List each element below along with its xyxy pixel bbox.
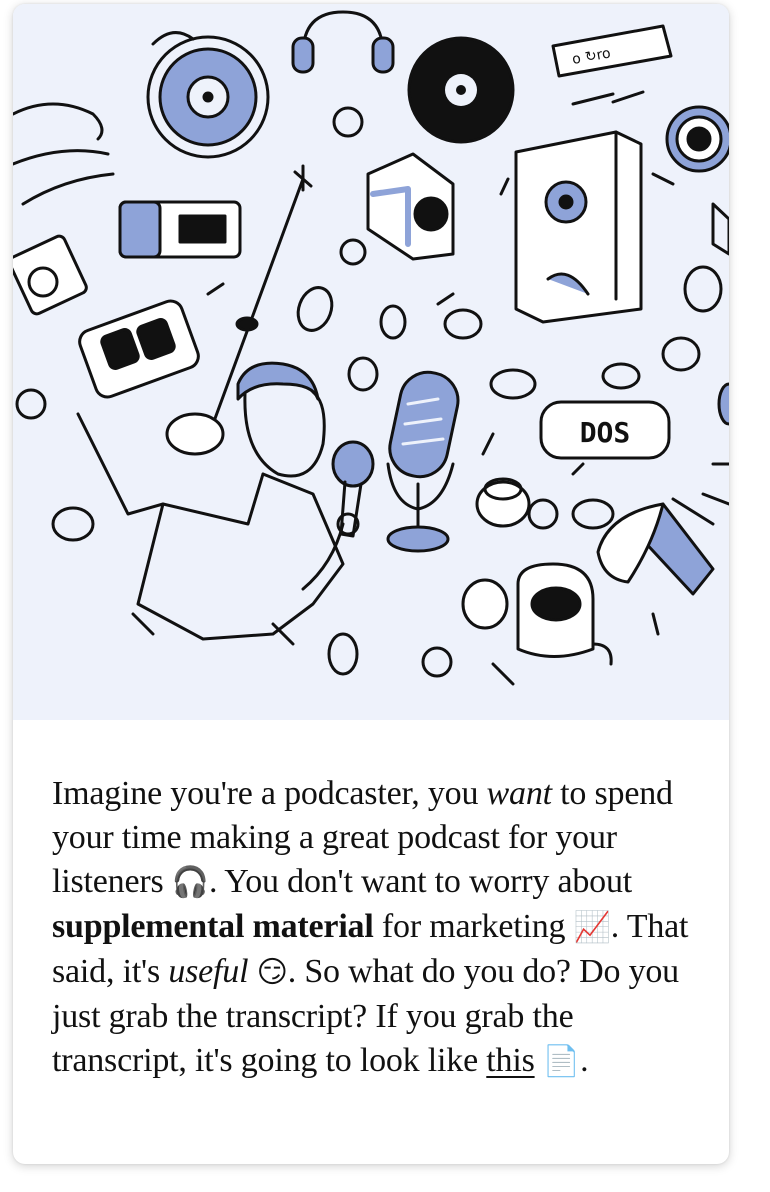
story-text: . You don't want to worry about	[208, 863, 633, 900]
podcast-illustration: o ↻ro DOS	[13, 4, 729, 720]
target-record-icon	[146, 35, 270, 159]
story-paragraph: Imagine you're a podcaster, you want to …	[52, 772, 698, 1084]
dos-label: DOS	[580, 416, 631, 449]
story-text: .	[580, 1042, 589, 1079]
headphones-emoji-icon: 🎧	[171, 865, 209, 900]
story-text	[248, 953, 256, 990]
story-text: for marketing	[373, 908, 574, 945]
dos-box-icon: DOS	[539, 400, 671, 460]
page-document-emoji-icon: 📄	[542, 1044, 581, 1079]
transcript-link[interactable]: this	[486, 1042, 535, 1079]
vinyl-record-icon	[407, 36, 515, 144]
story-card: o ↻ro DOS Imagine you're a podcaster, yo…	[13, 4, 729, 1164]
speaker-icon	[514, 130, 643, 324]
bold-supplemental-material: supplemental material	[52, 908, 374, 945]
emphasis-useful: useful	[168, 953, 249, 990]
story-text: Imagine you're a podcaster, you	[52, 775, 487, 812]
smirk-emoji-icon: 😏	[256, 955, 288, 990]
story-text	[535, 1042, 543, 1079]
emphasis-want: want	[486, 775, 553, 812]
camera-icon	[665, 105, 729, 173]
radio-icon	[118, 200, 242, 259]
chart-increasing-emoji-icon: 📈	[573, 910, 611, 945]
